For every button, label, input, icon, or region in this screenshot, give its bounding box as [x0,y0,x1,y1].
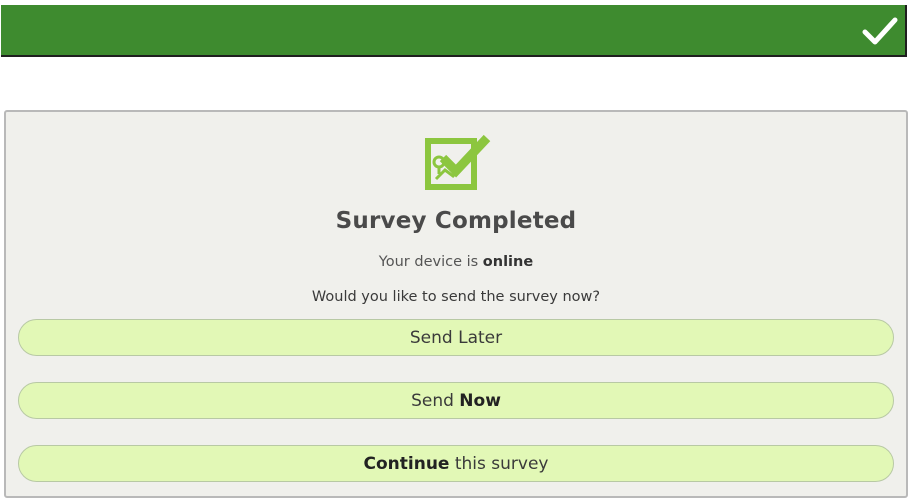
send-now-button[interactable]: Send Now [18,382,894,419]
top-bar [1,5,907,57]
send-question: Would you like to send the survey now? [311,289,601,305]
send-later-button[interactable]: Send Later [18,319,894,356]
survey-map-check-icon [425,134,491,190]
continue-survey-button[interactable]: Continue this survey [18,445,894,482]
device-status: Your device is online [6,254,906,270]
confirm-button[interactable] [861,13,899,49]
survey-completed-dialog: Survey Completed Your device is online W… [4,110,908,498]
continue-label-suffix: this survey [454,453,549,474]
send-now-label-bold: Now [459,390,501,411]
continue-label-bold: Continue [363,453,450,474]
send-later-label: Send Later [409,327,503,348]
dialog-title: Survey Completed [335,208,577,234]
device-status-value: online [482,254,534,270]
device-status-prefix: Your device is [378,254,479,270]
checkmark-icon [862,17,898,45]
send-now-label-prefix: Send [411,390,454,411]
